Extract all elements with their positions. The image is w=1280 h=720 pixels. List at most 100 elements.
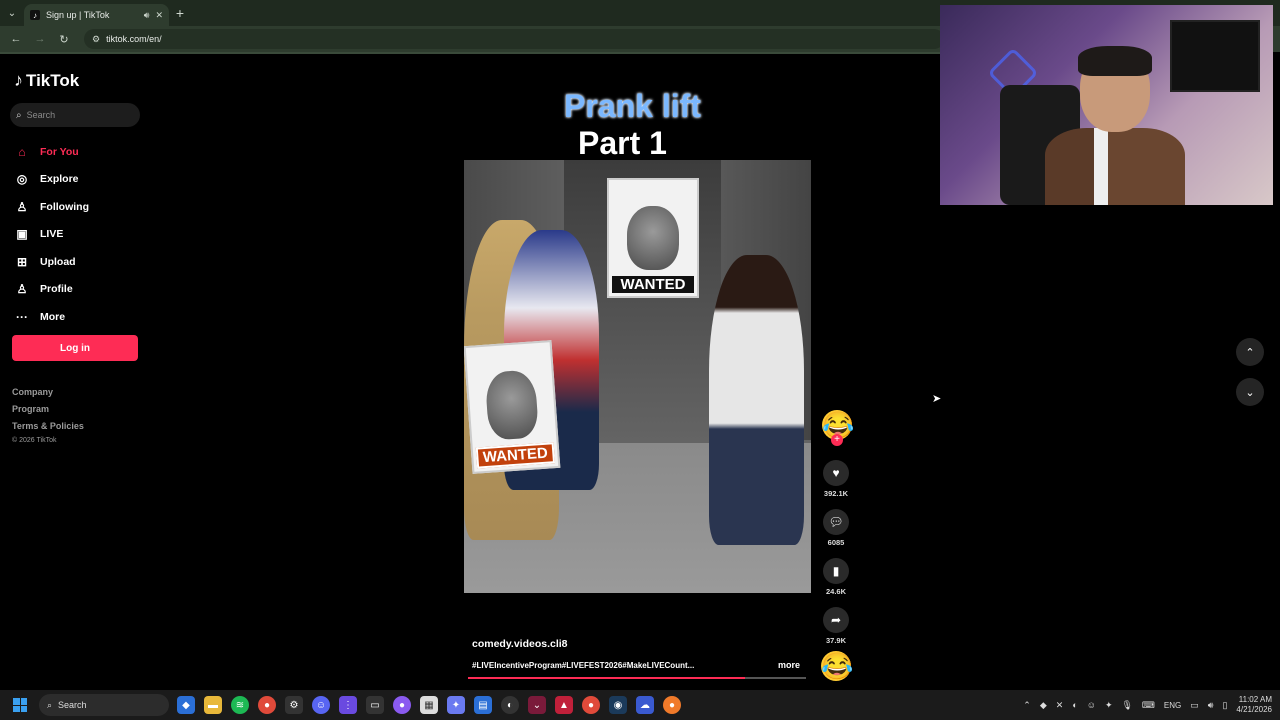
app-cloud-icon[interactable]: ☁ bbox=[636, 696, 654, 714]
video-player[interactable]: WANTED WANTED bbox=[464, 160, 811, 593]
back-button[interactable]: ← bbox=[6, 29, 26, 49]
video-title-line2: Part 1 bbox=[578, 125, 667, 161]
windows-taskbar: ⌕ Search ◆ ▬ ≋ ● ⚙ ☺ ⋮ ▭ ● ▦ ✦ ▤ ◐ ⌄ ▲ ●… bbox=[0, 690, 1280, 720]
video-author[interactable]: comedy.videos.cli8 bbox=[472, 638, 568, 650]
sidebar-item-following[interactable]: ♙ Following bbox=[14, 193, 144, 221]
tray-app-icon[interactable]: ✦ bbox=[1105, 700, 1113, 711]
new-tab-button[interactable]: + bbox=[169, 5, 191, 21]
terminal-icon[interactable]: ▭ bbox=[366, 696, 384, 714]
settings-app-icon[interactable]: ⚙ bbox=[285, 696, 303, 714]
like-count: 392.1K bbox=[823, 489, 849, 498]
compass-icon: ◎ bbox=[16, 172, 28, 187]
taskbar-apps: ◆ ▬ ≋ ● ⚙ ☺ ⋮ ▭ ● ▦ ✦ ▤ ◐ ⌄ ▲ ● ◉ ☁ ● bbox=[177, 696, 681, 714]
login-button[interactable]: Log in bbox=[12, 335, 138, 361]
steam-icon[interactable]: ◉ bbox=[609, 696, 627, 714]
game-controller-icon[interactable]: ✦ bbox=[447, 696, 465, 714]
clock[interactable]: 11:02 AM 4/21/2026 bbox=[1236, 695, 1272, 715]
clock-date: 4/21/2026 bbox=[1236, 705, 1272, 714]
url-text: tiktok.com/en/ bbox=[106, 34, 162, 44]
keyboard-icon[interactable]: ⌨ bbox=[1142, 700, 1155, 711]
chrome-active-icon[interactable]: ● bbox=[582, 696, 600, 714]
site-info-icon[interactable]: ⚙ bbox=[92, 34, 100, 45]
app-purple-icon[interactable]: ● bbox=[393, 696, 411, 714]
browser-tab[interactable]: ♪ Sign up | TikTok 🔊︎ ✕ bbox=[24, 4, 169, 26]
sidebar-item-label: For You bbox=[40, 145, 79, 158]
save-action[interactable]: ▮ 24.6K bbox=[820, 558, 852, 596]
audio-playing-icon[interactable]: 🔊︎ bbox=[144, 10, 150, 21]
plus-square-icon: ⊞ bbox=[16, 254, 28, 269]
system-tray: ⌃ ◆ ✕ ◐ ☺ ✦ 🎙︎ ⌨ ENG ▭ 🔊︎ ▯ 11:02 AM 4/2… bbox=[1023, 690, 1272, 720]
sidebar-nav: ⌂ For You ◎ Explore ♙ Following ▣ LIVE ⊞… bbox=[14, 138, 144, 331]
apps-grid-icon[interactable]: ⋮ bbox=[339, 696, 357, 714]
footer-links: Company Program Terms & Policies bbox=[12, 387, 84, 438]
search-input[interactable]: ⌕ Search bbox=[10, 103, 140, 127]
tiktok-logo[interactable]: ♪ TikTok bbox=[14, 70, 79, 91]
copilot-icon[interactable]: ◆ bbox=[177, 696, 195, 714]
person-woman bbox=[709, 255, 804, 545]
sidebar-item-live[interactable]: ▣ LIVE bbox=[14, 221, 144, 249]
terms-link[interactable]: Terms & Policies bbox=[12, 421, 84, 438]
battery-icon[interactable]: ▯ bbox=[1222, 700, 1227, 711]
person-icon: ♙ bbox=[16, 282, 28, 297]
store-icon[interactable]: ▦ bbox=[420, 696, 438, 714]
sidebar-item-more[interactable]: ··· More bbox=[14, 303, 144, 331]
tray-app-icon[interactable]: ✕ bbox=[1056, 700, 1064, 711]
sidebar-item-upload[interactable]: ⊞ Upload bbox=[14, 248, 144, 276]
video-title-line1: Prank lift bbox=[564, 88, 701, 124]
url-field[interactable]: ⚙ tiktok.com/en/ bbox=[84, 29, 944, 49]
start-button[interactable] bbox=[5, 698, 35, 712]
search-placeholder: Search bbox=[26, 110, 56, 120]
discord-icon[interactable]: ☺ bbox=[312, 696, 330, 714]
comment-icon[interactable]: 💬︎ bbox=[823, 509, 849, 535]
heart-icon[interactable]: ♥ bbox=[823, 460, 849, 486]
previous-video-button[interactable]: ⌃ bbox=[1236, 338, 1264, 366]
network-icon[interactable]: ▭ bbox=[1190, 700, 1199, 711]
video-hashtags[interactable]: #LIVEIncentiveProgram#LIVEFEST2026#MakeL… bbox=[472, 661, 722, 670]
wanted-poster-held: WANTED bbox=[464, 340, 561, 474]
taskbar-search[interactable]: ⌕ Search bbox=[39, 694, 169, 716]
copyright-text: © 2026 TikTok bbox=[12, 437, 57, 444]
share-action[interactable]: ➦ 37.9K bbox=[820, 607, 852, 645]
tray-app-icon[interactable]: ◐ bbox=[1072, 700, 1077, 710]
logo-text: TikTok bbox=[26, 70, 80, 90]
comment-action[interactable]: 💬︎ 6085 bbox=[820, 509, 852, 547]
follow-plus-icon[interactable]: + bbox=[831, 434, 843, 446]
search-icon: ⌕ bbox=[47, 699, 53, 710]
language-indicator[interactable]: ENG bbox=[1164, 701, 1181, 710]
chrome-icon[interactable]: ● bbox=[258, 696, 276, 714]
music-disc-icon[interactable]: 😂 bbox=[821, 651, 853, 681]
next-video-button[interactable]: ⌄ bbox=[1236, 378, 1264, 406]
forward-button[interactable]: → bbox=[30, 29, 50, 49]
sidebar-item-for-you[interactable]: ⌂ For You bbox=[14, 138, 144, 166]
bookmark-icon[interactable]: ▮ bbox=[823, 558, 849, 584]
windows-logo-icon bbox=[13, 698, 27, 712]
tab-search-icon[interactable]: ⌄ bbox=[0, 0, 24, 26]
streamer-hair bbox=[1078, 46, 1152, 76]
app-orange-icon[interactable]: ● bbox=[663, 696, 681, 714]
sidebar-item-explore[interactable]: ◎ Explore bbox=[14, 166, 144, 194]
file-explorer-icon[interactable]: ▬ bbox=[204, 696, 222, 714]
webcam-overlay bbox=[940, 5, 1273, 205]
reload-button[interactable]: ↻ bbox=[54, 29, 74, 49]
microphone-icon[interactable]: 🎙︎ bbox=[1121, 700, 1132, 711]
tray-app-icon[interactable]: ◆ bbox=[1040, 700, 1047, 711]
program-link[interactable]: Program bbox=[12, 404, 84, 421]
tray-app-icon[interactable]: ☺ bbox=[1087, 700, 1096, 710]
volume-icon[interactable]: 🔊︎ bbox=[1208, 700, 1214, 711]
sidebar-item-profile[interactable]: ♙ Profile bbox=[14, 276, 144, 304]
share-icon[interactable]: ➦ bbox=[823, 607, 849, 633]
more-button[interactable]: more bbox=[778, 660, 800, 670]
company-link[interactable]: Company bbox=[12, 387, 84, 404]
like-action[interactable]: ♥ 392.1K bbox=[820, 460, 852, 498]
sidebar-item-label: Following bbox=[40, 200, 89, 213]
creator-avatar[interactable]: 😂 + bbox=[822, 410, 854, 446]
video-progress-bar[interactable] bbox=[468, 677, 806, 679]
close-tab-icon[interactable]: ✕ bbox=[155, 10, 163, 21]
chevron-up-icon[interactable]: ⌃ bbox=[1023, 700, 1031, 711]
app-dark-icon[interactable]: ◐ bbox=[501, 696, 519, 714]
poster-wanted-text: WANTED bbox=[475, 442, 556, 469]
app-red-icon[interactable]: ▲ bbox=[555, 696, 573, 714]
app-blue-icon[interactable]: ▤ bbox=[474, 696, 492, 714]
spotify-icon[interactable]: ≋ bbox=[231, 696, 249, 714]
app-maroon-icon[interactable]: ⌄ bbox=[528, 696, 546, 714]
